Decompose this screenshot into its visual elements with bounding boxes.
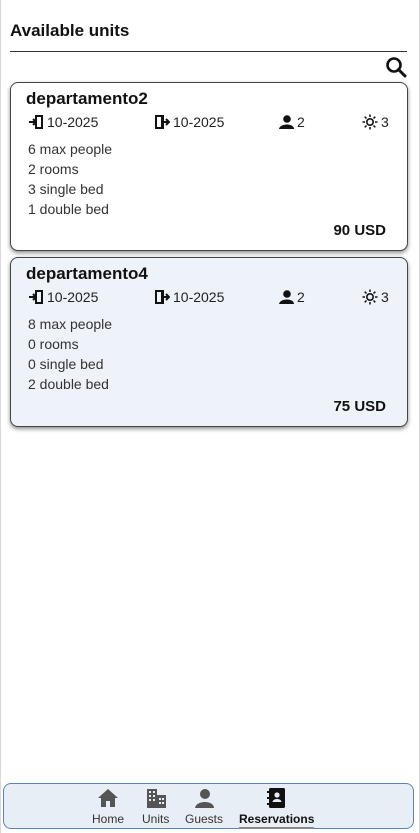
double-beds: 2 double bed	[28, 376, 109, 392]
nav-guests[interactable]: Guests	[185, 787, 223, 826]
unit-card[interactable]: departamento4 10-2025 10-2025 2 3 8 max …	[10, 257, 408, 427]
unit-price: 75 USD	[333, 398, 386, 415]
nav-reservations-label: Reservations	[239, 812, 315, 829]
guest-count: 2	[297, 114, 305, 130]
person-icon	[279, 115, 294, 129]
unit-details: 6 max people 2 rooms 3 single bed 1 doub…	[28, 139, 112, 219]
checkout-info: 10-2025	[154, 114, 224, 130]
sun-icon	[362, 289, 378, 305]
unit-name: departamento2	[26, 89, 148, 108]
guests-icon	[195, 789, 214, 808]
home-icon	[98, 789, 118, 807]
page-title: Available units	[10, 21, 130, 40]
nav-guests-label: Guests	[185, 812, 224, 826]
checkin-icon	[29, 115, 43, 129]
guests-info: 2	[278, 114, 305, 130]
reservations-book-icon	[266, 788, 285, 808]
unit-details: 8 max people 0 rooms 0 single bed 2 doub…	[28, 314, 112, 394]
nav-units[interactable]: Units	[142, 787, 169, 826]
checkin-date: 10-2025	[47, 289, 99, 305]
unit-price: 90 USD	[333, 222, 386, 239]
rooms: 2 rooms	[28, 161, 79, 177]
nav-units-label: Units	[142, 812, 170, 826]
building-icon	[146, 789, 166, 808]
checkout-date: 10-2025	[173, 114, 225, 130]
unit-name: departamento4	[26, 264, 148, 283]
checkout-icon	[155, 115, 170, 129]
checkout-date: 10-2025	[173, 289, 225, 305]
checkin-info: 10-2025	[28, 114, 98, 130]
bottom-nav: Home Units Guests Reservations	[3, 783, 414, 829]
search-button[interactable]	[385, 56, 407, 78]
checkin-date: 10-2025	[47, 114, 99, 130]
person-icon	[279, 290, 294, 304]
nav-reservations[interactable]: Reservations	[239, 787, 315, 829]
checkout-info: 10-2025	[154, 289, 224, 305]
checkin-info: 10-2025	[28, 289, 98, 305]
guest-count: 2	[297, 289, 305, 305]
guests-info: 2	[278, 289, 305, 305]
page-header: Available units	[10, 20, 407, 52]
double-beds: 1 double bed	[28, 201, 109, 217]
nav-home-label: Home	[92, 812, 125, 826]
sun-icon	[362, 114, 378, 130]
unit-card[interactable]: departamento2 10-2025 10-2025 2 3 6 max …	[10, 82, 408, 251]
max-people: 8 max people	[28, 316, 113, 332]
night-count: 3	[381, 114, 389, 130]
checkout-icon	[155, 290, 170, 304]
checkin-icon	[29, 290, 43, 304]
search-icon	[386, 57, 407, 78]
single-beds: 3 single bed	[28, 181, 104, 197]
night-count: 3	[381, 289, 389, 305]
nights-info: 3	[362, 114, 389, 130]
unit-meta-row: 10-2025 10-2025 2 3	[28, 289, 389, 309]
single-beds: 0 single bed	[28, 356, 104, 372]
nights-info: 3	[362, 289, 389, 305]
max-people: 6 max people	[28, 141, 113, 157]
unit-meta-row: 10-2025 10-2025 2 3	[28, 114, 389, 134]
rooms: 0 rooms	[28, 336, 79, 352]
nav-home[interactable]: Home	[92, 787, 124, 826]
